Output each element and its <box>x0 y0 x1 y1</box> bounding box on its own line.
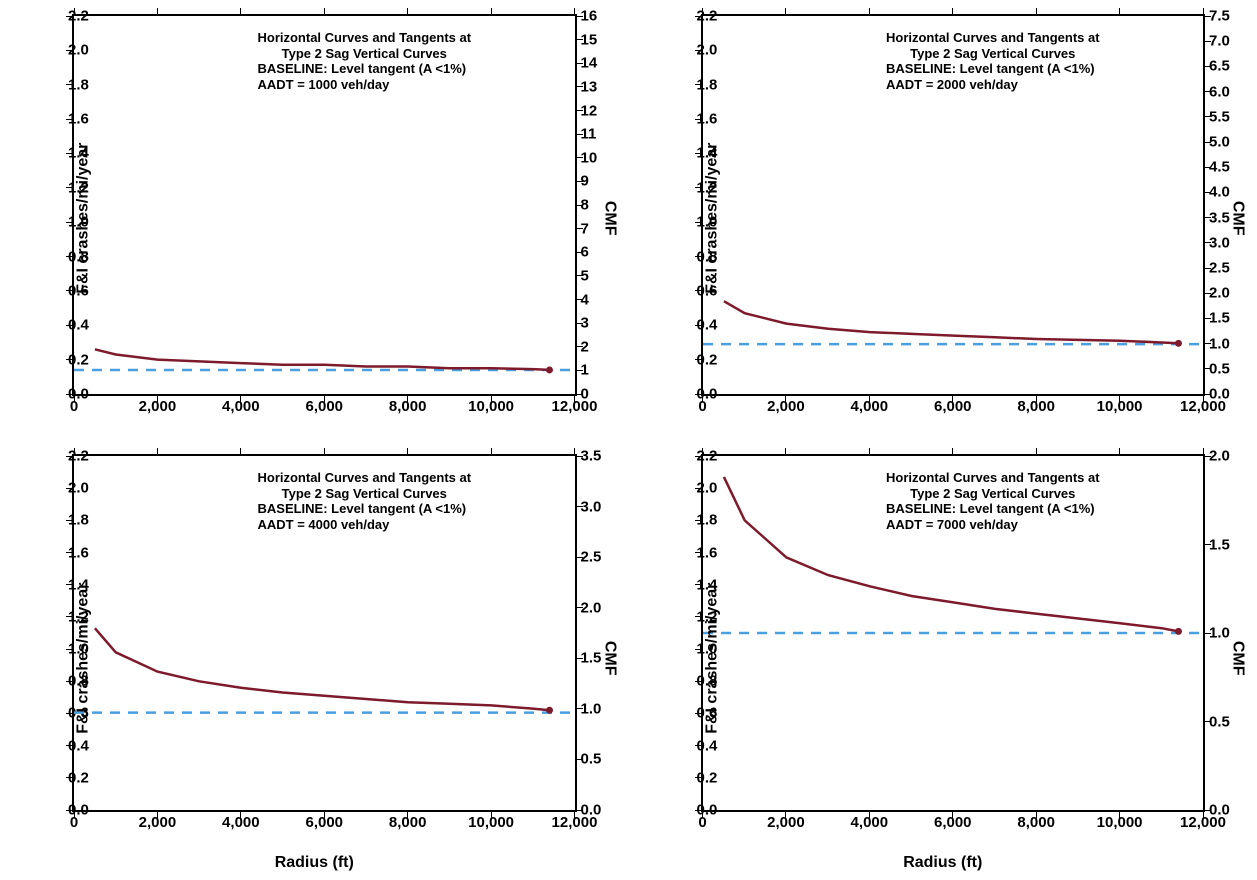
panel-annotation: Horizontal Curves and Tangents atType 2 … <box>886 30 1100 92</box>
end-marker <box>1174 340 1181 347</box>
x-tick-label: 2,000 <box>139 398 177 415</box>
x-tick-label: 2,000 <box>767 814 805 831</box>
x-tick-label: 2,000 <box>767 398 805 415</box>
y-axis-left-label: F&I crashes/mi/year <box>703 143 721 294</box>
annotation-line: Type 2 Sag Vertical Curves <box>886 46 1100 62</box>
x-tick-label: 10,000 <box>468 398 514 415</box>
x-tick-label: 8,000 <box>1017 814 1055 831</box>
x-tick-label: 6,000 <box>934 398 972 415</box>
annotation-line: Horizontal Curves and Tangents at <box>257 470 471 486</box>
panel-3: 02,0004,0006,0008,00010,00012,0000.00.20… <box>0 440 629 880</box>
x-tick-label: 12,000 <box>552 398 598 415</box>
annotation-line: AADT = 2000 veh/day <box>886 77 1100 93</box>
panel-4: 02,0004,0006,0008,00010,00012,0000.00.20… <box>629 440 1257 880</box>
data-curve <box>95 628 550 710</box>
x-tick-label: 10,000 <box>1097 398 1143 415</box>
y-axis-right-label: CMF <box>1229 641 1247 676</box>
x-axis-label: Radius (ft) <box>275 854 354 872</box>
plot-frame: 02,0004,0006,0008,00010,00012,0000.00.20… <box>72 14 577 396</box>
panel-1: 02,0004,0006,0008,00010,00012,0000.00.20… <box>0 0 629 440</box>
y-axis-right-label: CMF <box>1229 201 1247 236</box>
annotation-line: AADT = 7000 veh/day <box>886 517 1100 533</box>
annotation-line: AADT = 1000 veh/day <box>257 77 471 93</box>
annotation-line: Horizontal Curves and Tangents at <box>257 30 471 46</box>
y-axis-right-label: CMF <box>600 641 618 676</box>
x-tick-label: 10,000 <box>1097 814 1143 831</box>
x-tick-label: 2,000 <box>139 814 177 831</box>
y-axis-right-label: CMF <box>600 201 618 236</box>
panel-2: 02,0004,0006,0008,00010,00012,0000.00.20… <box>629 0 1257 440</box>
annotation-line: Type 2 Sag Vertical Curves <box>257 486 471 502</box>
annotation-line: BASELINE: Level tangent (A <1%) <box>886 61 1100 77</box>
x-axis-label: Radius (ft) <box>903 854 982 872</box>
end-marker <box>546 707 553 714</box>
panel-annotation: Horizontal Curves and Tangents atType 2 … <box>886 470 1100 532</box>
x-tick-label: 4,000 <box>222 398 260 415</box>
x-tick-label: 6,000 <box>305 814 343 831</box>
data-curve <box>723 301 1178 343</box>
y-axis-left-label: F&I crashes/mi/year <box>703 583 721 734</box>
annotation-line: Type 2 Sag Vertical Curves <box>886 486 1100 502</box>
x-tick-label: 4,000 <box>222 814 260 831</box>
annotation-line: BASELINE: Level tangent (A <1%) <box>257 501 471 517</box>
y-axis-left-label: F&I crashes/mi/year <box>75 143 93 294</box>
plot-frame: 02,0004,0006,0008,00010,00012,0000.00.20… <box>72 454 577 812</box>
x-tick-label: 8,000 <box>1017 398 1055 415</box>
chart-grid: 02,0004,0006,0008,00010,00012,0000.00.20… <box>0 0 1257 880</box>
plot-frame: 02,0004,0006,0008,00010,00012,0000.00.20… <box>701 454 1206 812</box>
panel-annotation: Horizontal Curves and Tangents atType 2 … <box>257 30 471 92</box>
annotation-line: Type 2 Sag Vertical Curves <box>257 46 471 62</box>
annotation-line: AADT = 4000 veh/day <box>257 517 471 533</box>
end-marker <box>1174 628 1181 635</box>
y-axis-left-label: F&I crashes/mi/year <box>75 583 93 734</box>
plot-frame: 02,0004,0006,0008,00010,00012,0000.00.20… <box>701 14 1206 396</box>
x-tick-label: 4,000 <box>851 814 889 831</box>
panel-annotation: Horizontal Curves and Tangents atType 2 … <box>257 470 471 532</box>
annotation-line: BASELINE: Level tangent (A <1%) <box>257 61 471 77</box>
end-marker <box>546 366 553 373</box>
x-tick-label: 10,000 <box>468 814 514 831</box>
x-tick-label: 8,000 <box>389 814 427 831</box>
annotation-line: Horizontal Curves and Tangents at <box>886 470 1100 486</box>
annotation-line: Horizontal Curves and Tangents at <box>886 30 1100 46</box>
x-tick-label: 6,000 <box>934 814 972 831</box>
data-curve <box>95 349 550 370</box>
x-tick-label: 6,000 <box>305 398 343 415</box>
x-tick-label: 8,000 <box>389 398 427 415</box>
annotation-line: BASELINE: Level tangent (A <1%) <box>886 501 1100 517</box>
x-tick-label: 4,000 <box>851 398 889 415</box>
